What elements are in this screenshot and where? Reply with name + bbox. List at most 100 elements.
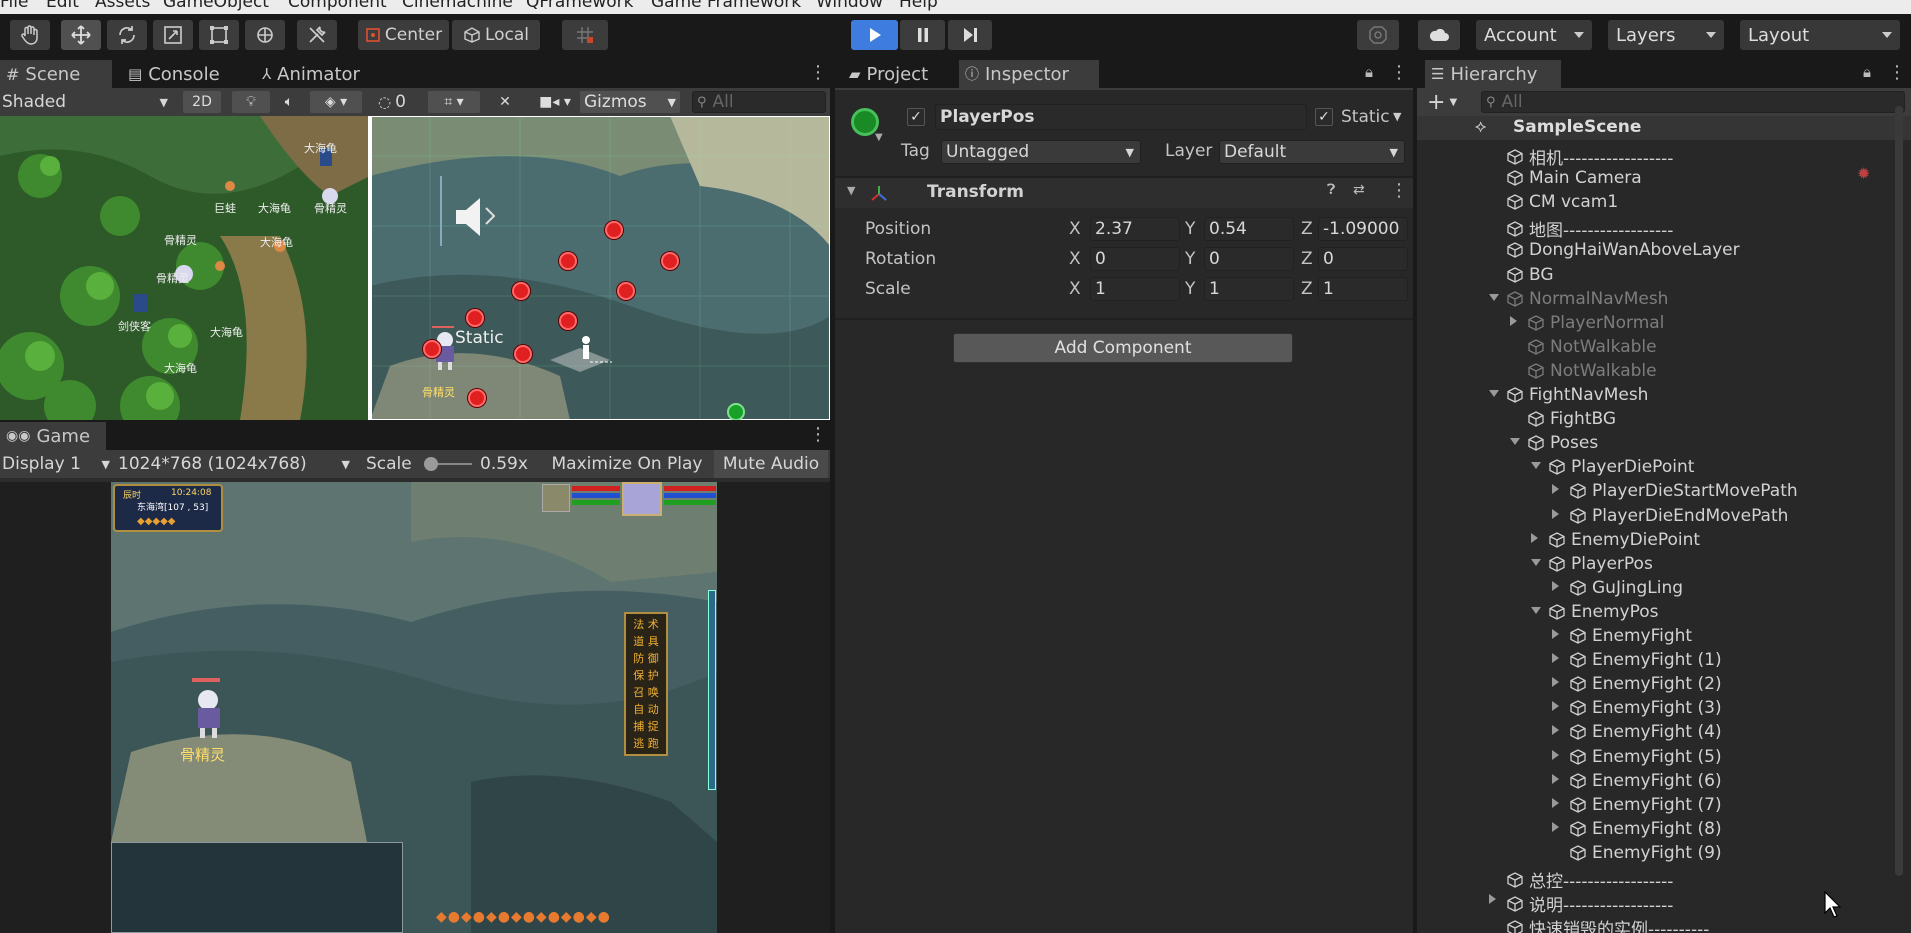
side-scrollbar[interactable]	[708, 590, 716, 790]
enemy-position-marker[interactable]	[661, 252, 679, 270]
hierarchy-item[interactable]: 快速销毁的实例----------	[1417, 911, 1893, 933]
hierarchy-item[interactable]: EnemyFight (8)	[1417, 815, 1893, 839]
hierarchy-item[interactable]: 相机------------------	[1417, 140, 1893, 169]
hierarchy-item[interactable]: BG	[1417, 261, 1893, 285]
hierarchy-item[interactable]: GuJingLing	[1417, 574, 1893, 598]
hierarchy-search-input[interactable]: ⚲ All	[1481, 91, 1905, 113]
chevron-right-icon[interactable]	[1552, 725, 1559, 736]
tab-game[interactable]: ◉◉ Game	[0, 422, 106, 450]
scale-slider-handle[interactable]	[424, 457, 438, 471]
enemy-position-marker[interactable]	[512, 282, 530, 300]
add-component-button[interactable]: Add Component	[953, 333, 1293, 363]
transform-rotation-z-field[interactable]: 0	[1318, 247, 1408, 271]
chevron-right-icon[interactable]	[1552, 653, 1559, 664]
hierarchy-item[interactable]: PlayerDieEndMovePath	[1417, 502, 1893, 526]
hidden-objects-toggle[interactable]: ◌ 0	[378, 88, 406, 116]
hierarchy-item[interactable]: FightBG	[1417, 405, 1893, 429]
rotate-tool-button[interactable]	[107, 20, 147, 50]
enemy-position-marker[interactable]	[466, 309, 484, 327]
chevron-right-icon[interactable]	[1552, 749, 1559, 760]
audio-toggle[interactable]: 🔈︎	[272, 91, 306, 113]
battle-command-item[interactable]: 捕 捉	[633, 718, 659, 735]
static-checkbox[interactable]: ✓	[1315, 108, 1333, 126]
transform-scale-z-field[interactable]: 1	[1318, 277, 1408, 301]
cloud-button[interactable]	[1418, 20, 1460, 50]
panel-splitter[interactable]	[830, 60, 835, 933]
hierarchy-item[interactable]: NotWalkable	[1417, 333, 1893, 357]
move-tool-button[interactable]	[61, 20, 101, 50]
hierarchy-item[interactable]: EnemyFight (2)	[1417, 670, 1893, 694]
grid-snap-button[interactable]	[562, 20, 608, 50]
hierarchy-item[interactable]: EnemyFight (9)	[1417, 839, 1893, 863]
lock-icon[interactable]: 🔒︎	[1863, 63, 1871, 81]
game-menu-icon[interactable]	[809, 424, 827, 445]
tab-hierarchy[interactable]: ☰ Hierarchy	[1425, 60, 1561, 88]
hierarchy-menu-icon[interactable]	[1888, 62, 1906, 83]
transform-header[interactable]: ▼ Transform ❓︎ ⇄	[835, 178, 1413, 208]
chevron-right-icon[interactable]	[1552, 821, 1559, 832]
enemy-position-marker[interactable]	[559, 312, 577, 330]
shading-mode-dropdown[interactable]: Shaded ▼	[2, 88, 172, 116]
tab-animator[interactable]: ⅄ Animator	[256, 60, 386, 88]
hierarchy-item[interactable]: 总控------------------	[1417, 863, 1893, 892]
hierarchy-item[interactable]: EnemyDiePoint	[1417, 526, 1893, 550]
hierarchy-item[interactable]: NormalNavMesh	[1417, 285, 1893, 309]
chevron-down-icon[interactable]	[1531, 462, 1541, 470]
layers-dropdown[interactable]: Layers	[1608, 20, 1724, 50]
active-checkbox[interactable]: ✓	[907, 108, 925, 126]
chevron-down-icon[interactable]: ▼	[1393, 110, 1401, 123]
grid-dropdown[interactable]: ⌗ ▾	[428, 91, 480, 113]
hierarchy-item[interactable]: EnemyFight (6)	[1417, 767, 1893, 791]
menu-item[interactable]: QFramework	[526, 0, 634, 12]
tools-toggle[interactable]: ✕	[488, 91, 522, 113]
chevron-right-icon[interactable]	[1552, 773, 1559, 784]
lighting-toggle[interactable]: 💡︎	[232, 91, 270, 113]
camera-dropdown[interactable]: ■◂ ▾	[530, 91, 580, 113]
hierarchy-item[interactable]: Poses	[1417, 429, 1893, 453]
menu-item[interactable]: Help	[899, 0, 938, 12]
hierarchy-item[interactable]: Main Camera	[1417, 164, 1893, 188]
scene-search-input[interactable]: ⚲ All	[692, 91, 826, 113]
battle-command-item[interactable]: 道 具	[633, 633, 659, 650]
layer-dropdown[interactable]: Default ▼	[1219, 140, 1405, 164]
player-portrait[interactable]	[622, 482, 662, 516]
hierarchy-item[interactable]: EnemyPos	[1417, 598, 1893, 622]
chevron-right-icon[interactable]	[1552, 580, 1559, 591]
transform-scale-y-field[interactable]: 1	[1204, 277, 1294, 301]
collab-button[interactable]	[1357, 20, 1399, 50]
scene-root-row[interactable]: ⟡ SampleScene	[1417, 116, 1911, 140]
hierarchy-item[interactable]: PlayerPos	[1417, 550, 1893, 574]
battle-command-item[interactable]: 自 动	[633, 701, 659, 718]
preset-icon[interactable]: ⇄	[1353, 182, 1365, 198]
object-name-field[interactable]: PlayerPos	[935, 104, 1307, 130]
pivot-rotation-toggle[interactable]: Local	[452, 20, 540, 50]
create-button[interactable]: + ▼	[1427, 88, 1467, 116]
resolution-dropdown[interactable]: 1024*768 (1024x768) ▼	[118, 450, 354, 478]
component-menu-icon[interactable]	[1390, 180, 1408, 201]
chevron-down-icon[interactable]: ▼	[847, 184, 855, 197]
enemy-position-marker[interactable]	[559, 252, 577, 270]
scale-tool-button[interactable]	[153, 20, 193, 50]
enemy-position-marker[interactable]	[423, 340, 441, 358]
transform-position-x-field[interactable]: 2.37	[1090, 217, 1180, 241]
enemy-position-marker[interactable]	[605, 221, 623, 239]
chat-box[interactable]	[111, 842, 403, 933]
tab-console[interactable]: ▤ Console	[122, 60, 242, 88]
hierarchy-item[interactable]: FightNavMesh	[1417, 381, 1893, 405]
2d-toggle[interactable]: 2D	[183, 91, 221, 113]
hierarchy-item[interactable]: EnemyFight	[1417, 622, 1893, 646]
hierarchy-item[interactable]: CM vcam1	[1417, 188, 1893, 212]
transform-rotation-y-field[interactable]: 0	[1204, 247, 1294, 271]
enemy-position-marker[interactable]	[617, 282, 635, 300]
chevron-right-icon[interactable]	[1552, 701, 1559, 712]
chevron-down-icon[interactable]	[1531, 558, 1541, 566]
chevron-down-icon[interactable]	[1510, 438, 1520, 446]
hierarchy-item[interactable]: EnemyFight (7)	[1417, 791, 1893, 815]
chevron-right-icon[interactable]	[1552, 629, 1559, 639]
menu-item[interactable]: File	[0, 0, 28, 12]
gizmos-dropdown[interactable]: Gizmos ▼	[580, 91, 680, 113]
chevron-right-icon[interactable]	[1552, 484, 1559, 495]
hierarchy-item[interactable]: 说明------------------	[1417, 887, 1893, 916]
menu-item[interactable]: Window	[816, 0, 883, 12]
chevron-down-icon[interactable]	[1489, 390, 1499, 397]
